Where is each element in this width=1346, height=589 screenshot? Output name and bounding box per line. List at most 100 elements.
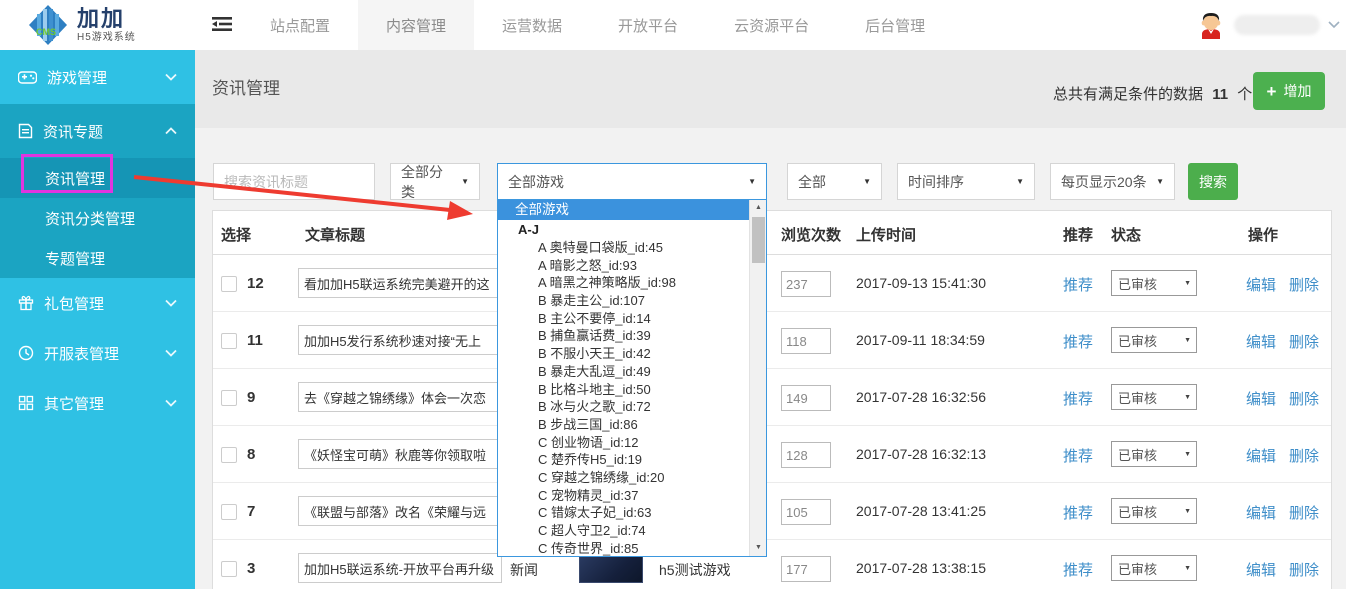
- sidebar-item-game-management[interactable]: 游戏管理: [0, 50, 195, 104]
- sidebar-item-other-management[interactable]: 其它管理: [0, 378, 195, 428]
- edit-link[interactable]: 编辑: [1246, 388, 1276, 409]
- row-checkbox[interactable]: [221, 447, 237, 463]
- views-count-input[interactable]: [781, 556, 831, 582]
- add-button[interactable]: + 增加: [1253, 72, 1325, 110]
- nav-backend-admin[interactable]: 后台管理: [837, 0, 953, 50]
- delete-link[interactable]: 删除: [1289, 559, 1319, 580]
- article-title-input[interactable]: [298, 325, 502, 355]
- game-option[interactable]: B 暴走大乱逗_id:49: [498, 363, 766, 381]
- sidebar-item-news-topics[interactable]: 资讯专题: [0, 104, 195, 158]
- sidebar-item-gift-management[interactable]: 礼包管理: [0, 278, 195, 328]
- recommend-link[interactable]: 推荐: [1063, 331, 1093, 352]
- game-option[interactable]: C 超人守卫2_id:74: [498, 522, 766, 540]
- article-title-input[interactable]: [298, 496, 502, 526]
- views-count-input[interactable]: [781, 271, 831, 297]
- status-filter-select[interactable]: 全部 ▼: [787, 163, 882, 200]
- scrollbar-thumb[interactable]: [752, 217, 765, 263]
- game-option[interactable]: C 传奇世界_id:85: [498, 540, 766, 557]
- recommend-link[interactable]: 推荐: [1063, 388, 1093, 409]
- recommend-link[interactable]: 推荐: [1063, 559, 1093, 580]
- nav-open-platform[interactable]: 开放平台: [590, 0, 706, 50]
- username-redacted: [1234, 15, 1320, 35]
- edit-link[interactable]: 编辑: [1246, 445, 1276, 466]
- game-option[interactable]: A 奥特曼口袋版_id:45: [498, 239, 766, 257]
- game-option[interactable]: B 不服小天王_id:42: [498, 345, 766, 363]
- page-size-select[interactable]: 每页显示20条 ▼: [1050, 163, 1175, 200]
- row-checkbox[interactable]: [221, 504, 237, 520]
- header-views: 浏览次数: [781, 224, 841, 245]
- upload-time: 2017-07-28 13:38:15: [856, 560, 986, 576]
- article-title-input[interactable]: [298, 268, 502, 298]
- game-option[interactable]: A 暗黑之神策略版_id:98: [498, 274, 766, 292]
- game-option[interactable]: C 创业物语_id:12: [498, 434, 766, 452]
- views-count-input[interactable]: [781, 442, 831, 468]
- row-checkbox[interactable]: [221, 333, 237, 349]
- delete-link[interactable]: 删除: [1289, 388, 1319, 409]
- recommend-link[interactable]: 推荐: [1063, 445, 1093, 466]
- game-option[interactable]: B 捕鱼赢话费_id:39: [498, 327, 766, 345]
- article-title-input[interactable]: [298, 553, 502, 583]
- game-option[interactable]: B 主公不要停_id:14: [498, 310, 766, 328]
- game-option[interactable]: B 冰与火之歌_id:72: [498, 398, 766, 416]
- nav-operation-data[interactable]: 运营数据: [474, 0, 590, 50]
- scroll-up-icon[interactable]: ▲: [750, 200, 767, 216]
- nav-cloud-resources[interactable]: 云资源平台: [706, 0, 837, 50]
- recommend-link[interactable]: 推荐: [1063, 502, 1093, 523]
- table-row: 12 2017-09-13 15:41:30 推荐 已审核 ▼ 编辑 删除: [213, 255, 1331, 312]
- game-option-selected[interactable]: 全部游戏: [498, 200, 766, 220]
- news-table-panel: 选择 文章标题 浏览次数 上传时间 推荐 状态 操作 12 2017-09-13…: [212, 210, 1332, 589]
- game-option[interactable]: A 暗影之怒_id:93: [498, 257, 766, 275]
- header-actions: 操作: [1248, 224, 1278, 245]
- row-checkbox[interactable]: [221, 276, 237, 292]
- game-option[interactable]: B 比格斗地主_id:50: [498, 381, 766, 399]
- delete-link[interactable]: 删除: [1289, 274, 1319, 295]
- game-option[interactable]: C 宠物精灵_id:37: [498, 487, 766, 505]
- game-option[interactable]: C 楚乔传H5_id:19: [498, 451, 766, 469]
- nav-site-config[interactable]: 站点配置: [242, 0, 358, 50]
- add-button-label: 增加: [1283, 81, 1311, 101]
- collapse-sidebar-icon[interactable]: [212, 16, 232, 37]
- dropdown-scrollbar[interactable]: ▲ ▼: [749, 200, 766, 556]
- article-title-input[interactable]: [298, 439, 502, 469]
- game-option[interactable]: C 错嫁太子妃_id:63: [498, 504, 766, 522]
- row-status-select[interactable]: 已审核 ▼: [1111, 498, 1197, 524]
- row-status-select[interactable]: 已审核 ▼: [1111, 441, 1197, 467]
- search-button[interactable]: 搜索: [1188, 163, 1238, 200]
- edit-link[interactable]: 编辑: [1246, 559, 1276, 580]
- edit-link[interactable]: 编辑: [1246, 274, 1276, 295]
- scroll-down-icon[interactable]: ▼: [750, 540, 767, 556]
- sort-select[interactable]: 时间排序 ▼: [897, 163, 1035, 200]
- sidebar-item-news-category-management[interactable]: 资讯分类管理: [0, 198, 195, 238]
- header-recommend: 推荐: [1063, 224, 1093, 245]
- caret-down-icon: ▼: [453, 177, 469, 186]
- game-select[interactable]: 全部游戏 ▼: [497, 163, 767, 200]
- row-status-value: 已审核: [1118, 274, 1157, 293]
- game-option[interactable]: B 暴走主公_id:107: [498, 292, 766, 310]
- article-title-input[interactable]: [298, 382, 502, 412]
- row-checkbox[interactable]: [221, 390, 237, 406]
- category-select[interactable]: 全部分类 ▼: [390, 163, 480, 200]
- row-status-select[interactable]: 已审核 ▼: [1111, 555, 1197, 581]
- edit-link[interactable]: 编辑: [1246, 331, 1276, 352]
- recommend-link[interactable]: 推荐: [1063, 274, 1093, 295]
- delete-link[interactable]: 删除: [1289, 502, 1319, 523]
- row-status-select[interactable]: 已审核 ▼: [1111, 327, 1197, 353]
- game-option[interactable]: B 步战三国_id:86: [498, 416, 766, 434]
- row-checkbox[interactable]: [221, 561, 237, 577]
- sidebar-item-server-schedule-management[interactable]: 开服表管理: [0, 328, 195, 378]
- views-count-input[interactable]: [781, 499, 831, 525]
- views-count-input[interactable]: [781, 385, 831, 411]
- row-status-select[interactable]: 已审核 ▼: [1111, 270, 1197, 296]
- delete-link[interactable]: 删除: [1289, 445, 1319, 466]
- delete-link[interactable]: 删除: [1289, 331, 1319, 352]
- chevron-down-icon: [165, 73, 177, 81]
- sidebar-item-topic-management[interactable]: 专题管理: [0, 238, 195, 278]
- game-option[interactable]: C 穿越之锦绣缘_id:20: [498, 469, 766, 487]
- search-title-input[interactable]: [213, 163, 375, 200]
- nav-content-management[interactable]: 内容管理: [358, 0, 474, 50]
- sidebar-item-label: 礼包管理: [44, 293, 104, 314]
- views-count-input[interactable]: [781, 328, 831, 354]
- row-status-select[interactable]: 已审核 ▼: [1111, 384, 1197, 410]
- user-menu[interactable]: [1196, 0, 1340, 50]
- edit-link[interactable]: 编辑: [1246, 502, 1276, 523]
